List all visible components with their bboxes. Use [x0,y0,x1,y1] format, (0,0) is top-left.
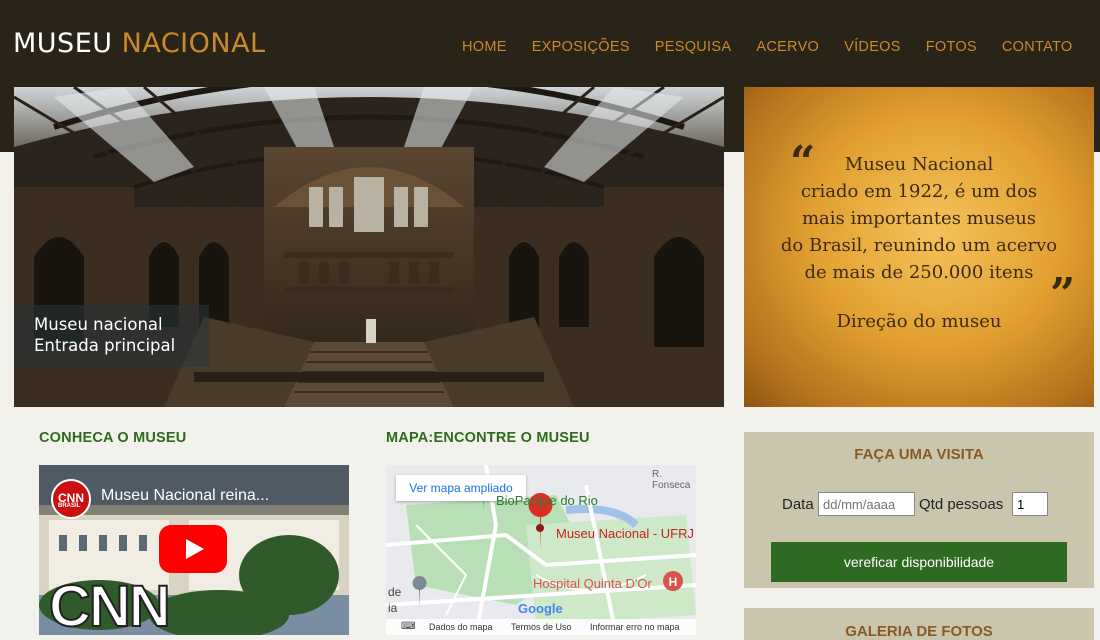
nav-contato[interactable]: CONTATO [1002,39,1073,55]
nav-acervo[interactable]: ACERVO [756,39,819,55]
hero-image: Museu nacional Entrada principal [14,87,724,407]
quote-line: criado em 1922, é um dos [800,181,1038,202]
quote-panel: “ Museu Nacional criado em 1922, é um do… [744,87,1094,407]
date-label: Data [782,496,814,513]
visit-title: FAÇA UMA VISITA [854,446,984,463]
qty-input[interactable] [1012,492,1048,516]
main-nav: HOME EXPOSIÇÕES PESQUISA ACERVO VÍDEOS F… [462,39,1097,55]
nav-fotos[interactable]: FOTOS [926,39,977,55]
cnn-logo-text: CNN [48,573,172,635]
quote-line: do Brasil, reunindo um acervo [780,235,1058,256]
site-logo[interactable]: MUSEU NACIONAL [13,28,266,59]
quote-line: mais importantes museus [801,208,1037,229]
keyboard-icon[interactable]: ⌨ [401,621,415,632]
map-label-hospital[interactable]: Hospital Quinta D'Or [533,576,652,591]
channel-badge-sub: BRASIL [58,503,81,509]
check-availability-button[interactable]: vereficar disponibilidade [771,542,1067,582]
date-input[interactable] [818,492,915,516]
hero-caption-subtitle: Entrada principal [34,336,176,355]
hero-caption-title: Museu nacional [34,315,163,334]
map-heading: MAPA:ENCONTRE O MUSEU [386,430,590,446]
map-report-link[interactable]: Informar erro no mapa [590,622,680,632]
more-options-icon[interactable]: ⋮ [343,482,349,500]
video-embed[interactable]: CNN BRASIL Museu Nacional reina... ⋮ CNN [39,465,349,635]
nav-videos[interactable]: VÍDEOS [844,39,901,55]
map-label-side1: de [388,585,402,599]
map-terms-link[interactable]: Termos de Uso [511,622,572,632]
map-label-museum[interactable]: Museu Nacional - UFRJ [556,526,694,541]
gallery-panel: GALERIA DE FOTOS [744,608,1094,640]
hero-caption: Museu nacional Entrada principal [14,305,209,367]
svg-text:H: H [669,575,678,589]
nav-pesquisa[interactable]: PESQUISA [655,39,732,55]
quote-line: de mais de 250.000 itens [804,262,1034,283]
nav-home[interactable]: HOME [462,39,507,55]
quote-signature: Direção do museu [836,311,1002,332]
map-label-park[interactable]: BioParque do Rio [496,493,598,508]
google-logo: Google [518,601,563,616]
map-footer: ⌨ Dados do mapa Termos de Uso Informar e… [386,619,696,635]
video-title[interactable]: Museu Nacional reina... [101,487,269,505]
channel-avatar[interactable]: CNN [51,479,91,519]
logo-word-nacional: NACIONAL [121,28,266,59]
logo-word-museu: MUSEU [13,28,113,59]
quote-line: Museu Nacional [844,154,994,175]
map-embed[interactable]: H Ver mapa ampliado BioParque do Rio Mus… [386,465,696,635]
visit-panel: FAÇA UMA VISITA Data Qtd pessoas verefic… [744,432,1094,588]
quote-text: Museu Nacional criado em 1922, é um dos … [744,151,1094,286]
nav-exposicoes[interactable]: EXPOSIÇÕES [532,39,630,55]
map-label-side2: ia [388,601,398,615]
play-button[interactable] [159,525,227,573]
map-data-link[interactable]: Dados do mapa [429,622,493,632]
map-label-street: R. Fonseca [652,469,691,491]
qty-label: Qtd pessoas [919,496,1004,513]
about-heading: CONHECA O MUSEU [39,430,187,446]
gallery-title: GALERIA DE FOTOS [845,623,993,640]
